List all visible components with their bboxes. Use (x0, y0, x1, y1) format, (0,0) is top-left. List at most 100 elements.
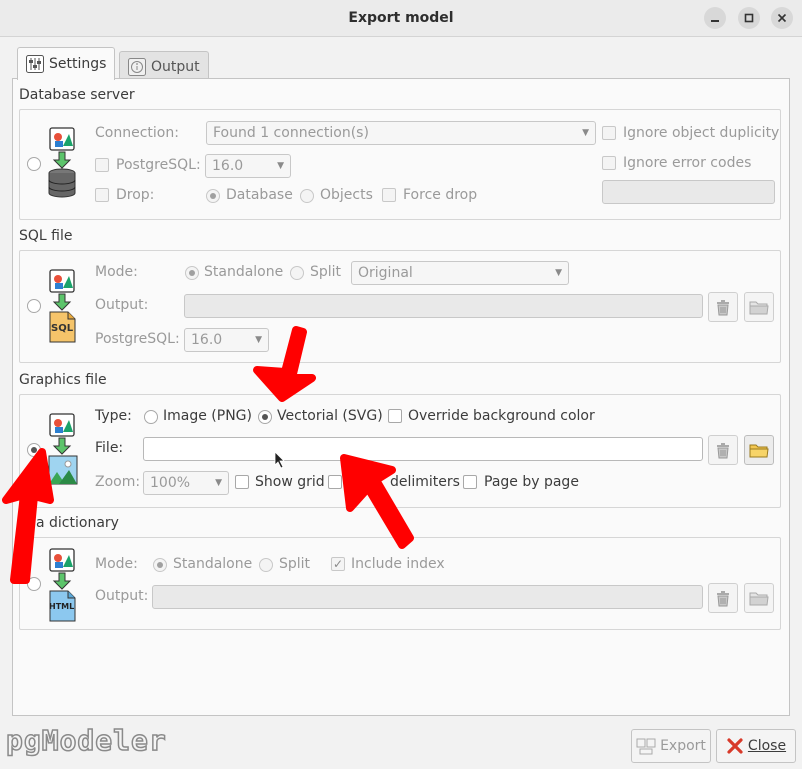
data-dictionary-title: a dictionary (36, 515, 119, 531)
close-x-icon (727, 738, 743, 754)
ignore-error-codes-label: Ignore error codes (623, 155, 752, 171)
sql-icon-text: SQL (51, 323, 74, 334)
drop-checkbox[interactable] (95, 188, 109, 202)
sql-postgresql-label: PostgreSQL: (95, 331, 180, 347)
sql-mode-label: Mode: (95, 264, 138, 280)
connection-label: Connection: (95, 125, 179, 141)
override-bg-label: Override background color (408, 408, 595, 424)
database-server-radio[interactable] (27, 157, 41, 171)
dict-standalone-radio[interactable] (153, 558, 167, 572)
zoom-value: 100% (150, 475, 191, 491)
sql-browse-button[interactable] (744, 292, 774, 322)
dict-split-radio[interactable] (259, 558, 273, 572)
show-delimiters-checkbox[interactable] (328, 475, 342, 489)
sql-file-title: SQL file (19, 228, 73, 244)
include-index-checkbox[interactable]: ✓ (331, 557, 345, 571)
sql-clear-button[interactable] (708, 292, 738, 322)
graphics-file-title: Graphics file (19, 372, 107, 388)
trash-icon (717, 443, 729, 459)
postgresql-checkbox[interactable] (95, 158, 109, 172)
graphics-type-label: Type: (95, 408, 132, 424)
png-label: Image (PNG) (163, 408, 252, 424)
drop-objects-label: Objects (320, 187, 373, 203)
page-by-page-checkbox[interactable] (463, 475, 477, 489)
close-icon (777, 13, 787, 23)
svg-radio[interactable] (258, 410, 272, 424)
page-by-page-label: Page by page (484, 474, 579, 490)
pgmodeler-logo: pgModeler (5, 723, 167, 758)
settings-icon (26, 55, 44, 73)
postgresql-version-value: 16.0 (212, 158, 244, 174)
split-mode-select[interactable]: Original ▼ (351, 261, 569, 285)
drop-label: Drop: (116, 187, 155, 203)
info-icon (128, 58, 146, 76)
svg-label: Vectorial (SVG) (277, 408, 383, 424)
tab-output-label: Output (151, 59, 200, 75)
dict-split-label: Split (279, 556, 311, 572)
folder-icon (749, 444, 769, 458)
connection-select[interactable]: Found 1 connection(s) ▼ (206, 121, 596, 145)
graphics-browse-button[interactable] (744, 435, 774, 465)
minimize-button[interactable] (704, 7, 726, 29)
sql-file-radio[interactable] (27, 299, 41, 313)
database-export-icon (48, 127, 76, 198)
drop-objects-radio[interactable] (300, 189, 314, 203)
force-drop-checkbox[interactable] (382, 188, 396, 202)
sql-standalone-radio[interactable] (185, 266, 199, 280)
postgresql-version-select[interactable]: 16.0 ▼ (205, 154, 291, 178)
ignore-duplicity-label: Ignore object duplicity (623, 125, 780, 141)
zoom-label: Zoom: (95, 474, 141, 490)
database-server-title: Database server (19, 87, 135, 103)
ignore-error-codes-checkbox[interactable] (602, 156, 616, 170)
dict-mode-label: Mode: (95, 556, 138, 572)
png-radio[interactable] (144, 410, 158, 424)
minimize-icon (711, 20, 719, 22)
close-window-button[interactable] (771, 7, 793, 29)
sql-split-radio[interactable] (290, 266, 304, 280)
drop-database-radio[interactable] (206, 189, 220, 203)
trash-icon (717, 300, 729, 316)
export-label: Export (660, 738, 706, 754)
dict-browse-button[interactable] (744, 583, 774, 613)
sql-postgresql-version-select[interactable]: 16.0 ▼ (184, 328, 269, 352)
trash-icon (717, 591, 729, 607)
maximize-button[interactable] (738, 7, 760, 29)
dict-standalone-label: Standalone (173, 556, 253, 572)
html-icon-text: HTML (49, 602, 75, 611)
show-grid-checkbox[interactable] (235, 475, 249, 489)
data-dictionary-group (19, 537, 781, 630)
split-mode-value: Original (358, 265, 413, 281)
delimiters-label: delimiters (390, 474, 460, 490)
override-bg-checkbox[interactable] (388, 409, 402, 423)
data-dictionary-radio[interactable] (27, 577, 41, 591)
drop-database-label: Database (226, 187, 293, 203)
chevron-down-icon: ▼ (215, 478, 222, 488)
chevron-down-icon: ▼ (277, 161, 284, 171)
sql-output-label: Output: (95, 297, 149, 313)
mouse-cursor-icon (274, 451, 285, 469)
graphics-file-radio[interactable] (27, 443, 41, 457)
include-index-label: Include index (351, 556, 445, 572)
folder-icon (749, 592, 769, 606)
close-label: Close (747, 738, 787, 754)
close-button[interactable]: Close (716, 729, 796, 763)
sql-output-input[interactable] (184, 294, 703, 318)
data-dictionary-icon (49, 548, 76, 622)
sql-split-label: Split (310, 264, 342, 280)
dict-output-label: Output: (95, 588, 149, 604)
window-title: Export model (348, 10, 454, 26)
dict-output-input[interactable] (152, 585, 703, 609)
force-drop-label: Force drop (403, 187, 478, 203)
tab-settings[interactable]: Settings (17, 47, 116, 80)
graphics-file-input[interactable] (143, 437, 703, 461)
export-button[interactable]: Export (631, 729, 711, 763)
chevron-down-icon: ▼ (255, 335, 262, 345)
tab-settings-label: Settings (49, 56, 107, 72)
ignore-duplicity-checkbox[interactable] (602, 126, 616, 140)
graphics-clear-button[interactable] (708, 435, 738, 465)
chevron-down-icon: ▼ (555, 268, 562, 278)
error-codes-input[interactable] (602, 180, 775, 204)
graphics-file-icon (48, 413, 78, 485)
zoom-select[interactable]: 100% ▼ (143, 471, 229, 495)
dict-clear-button[interactable] (708, 583, 738, 613)
